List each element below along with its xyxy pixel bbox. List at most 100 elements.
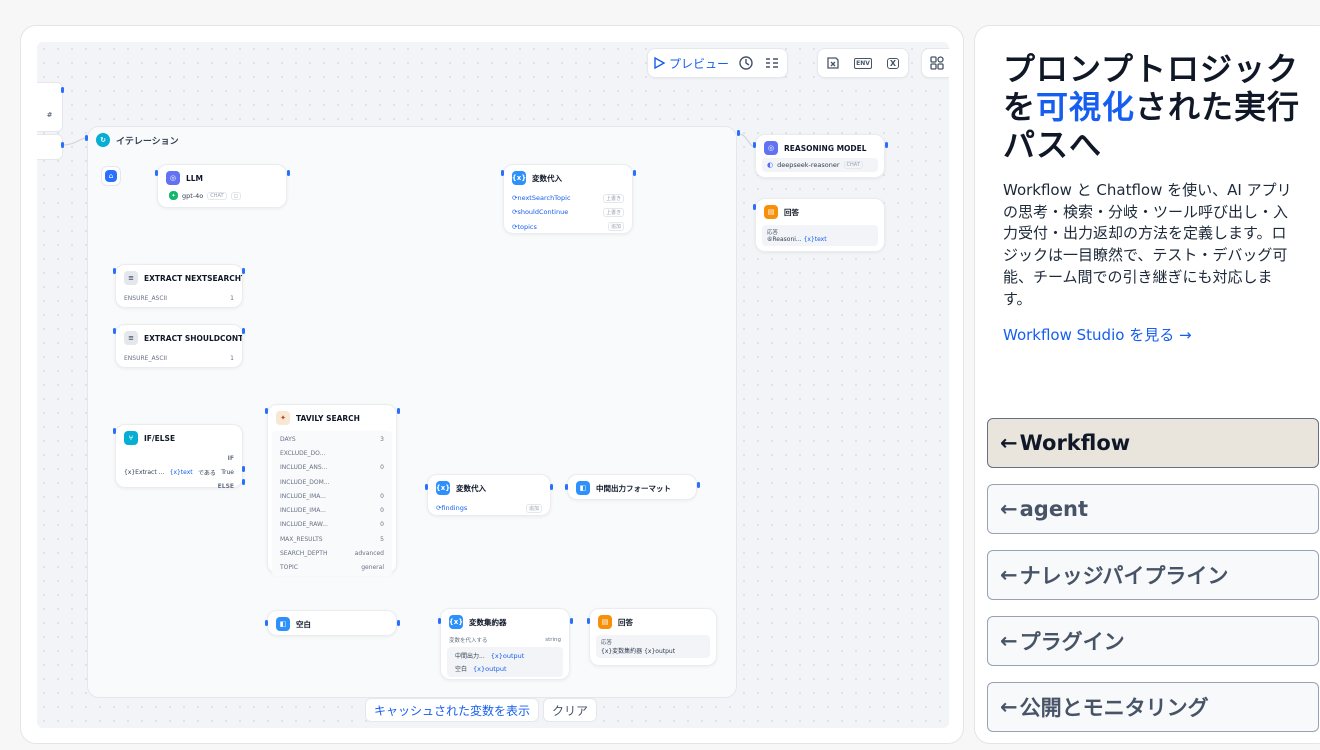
nav-button-workflow[interactable]: ← Workflow [987, 418, 1319, 468]
iteration-title: イテレーション [116, 136, 179, 147]
feature-description: Workflow と Chatflow を使い、AI アプリの思考・検索・分岐・… [1003, 181, 1292, 308]
tavily-param-value: general [361, 564, 384, 572]
answer-outer-var: {x}text [803, 236, 827, 243]
format-node[interactable]: ◧ 中間出力フォーマット [567, 474, 697, 500]
tavily-param: DAYS [280, 435, 296, 443]
edge-handle[interactable] [697, 482, 700, 488]
edge-handle[interactable] [242, 328, 245, 334]
preview-button[interactable]: プレビュー [654, 55, 729, 72]
edge-handle[interactable] [155, 170, 158, 176]
aggregator-row: 空白 [455, 666, 468, 673]
arrow-left-icon: ← [1000, 563, 1018, 587]
checklist-icon[interactable] [763, 54, 781, 72]
ifelse-node[interactable]: ⑂ IF/ELSE IF {x}Extract ... {x}text である T… [115, 424, 243, 490]
features-icon[interactable] [928, 54, 946, 72]
answer-inner-value: {x}変数集約器 {x}output [601, 648, 676, 655]
answer-node-inner[interactable]: ▤ 回答 応答 {x}変数集約器 {x}output [589, 608, 717, 666]
edge-handle[interactable] [113, 328, 116, 334]
nav-button-agent[interactable]: ← agent [987, 484, 1319, 534]
variable-inspect-icon[interactable] [824, 54, 842, 72]
heading-highlight: 可視化 [1036, 88, 1136, 126]
tavily-search-node[interactable]: ✦ TAVILY SEARCH DAYS 3 EXCLUDE_DO... INCLU… [267, 404, 397, 576]
tavily-param: TOPIC [280, 564, 298, 572]
edge-handle[interactable] [287, 170, 290, 176]
aggregator-row: 中間出力... [455, 653, 485, 660]
env-icon[interactable]: ENV [854, 54, 872, 72]
conversation-var-icon[interactable]: X [884, 54, 902, 72]
history-icon[interactable] [737, 54, 755, 72]
nav-button-publish-monitoring[interactable]: ← 公開とモニタリング [987, 682, 1319, 732]
nav-label: プラグイン [1019, 630, 1125, 654]
assign-node-mid[interactable]: {x} 変数代入 ⟳findings 追加 [427, 474, 551, 516]
tavily-param-value: 5 [380, 535, 384, 543]
aggregator-node[interactable]: {x} 変数集約器 変数を代入する string 中間出力... {x}output … [440, 608, 570, 680]
assign-node-top[interactable]: {x} 変数代入 ⟳nextSearchTopic 上書き ⟳shouldConti… [503, 164, 633, 234]
workflow-canvas[interactable]: # プレビュー ENV X ↻ イテレーション ⌂ ◎ LLM ✦ gpt-4o… [37, 42, 949, 728]
assign-row-op: 上書き [602, 207, 624, 217]
openai-icon: ✦ [169, 191, 178, 200]
arrow-left-icon: ← [1000, 695, 1018, 719]
edge-handle[interactable] [113, 268, 116, 274]
edge-handle[interactable] [885, 142, 888, 148]
edge-handle[interactable] [265, 620, 268, 626]
workflow-preview-card: # プレビュー ENV X ↻ イテレーション ⌂ ◎ LLM ✦ gpt-4o… [20, 25, 964, 744]
arrow-left-icon: ← [1000, 431, 1018, 455]
assign-row-var: ⟳nextSearchTopic [512, 194, 571, 203]
answer-node-outer[interactable]: ▤ 回答 応答 ⑥Reasoni... {x}text [755, 198, 885, 252]
reasoning-model-node[interactable]: ◎ REASONING MODEL ◐ deepseek-reasoner CHA… [755, 134, 885, 178]
nav-button-plugins[interactable]: ← プラグイン [987, 616, 1319, 666]
extract-node-1[interactable]: ≡ EXTRACT NEXTSEARCHT... ENSURE_ASCII 1 [115, 264, 243, 308]
blank-node[interactable]: ◧ 空白 [267, 610, 397, 636]
extract1-title: EXTRACT NEXTSEARCHT... [144, 273, 242, 283]
llm-mode-tag: CHAT [207, 191, 227, 200]
edge-handle[interactable] [501, 170, 504, 176]
iteration-start-node[interactable]: ⌂ [101, 166, 121, 186]
tavily-param-value: 0 [380, 521, 384, 529]
edge-handle[interactable] [550, 484, 553, 490]
tavily-param: INCLUDE_IMA... [280, 492, 326, 500]
tavily-param-value: 0 [380, 507, 384, 515]
edge-handle[interactable] [113, 428, 116, 434]
clear-button[interactable]: クリア [543, 698, 598, 722]
workflow-studio-link[interactable]: Workflow Studio を見る → [1003, 324, 1192, 345]
blank-title: 空白 [296, 619, 311, 629]
edge-handle[interactable] [565, 484, 568, 490]
edge-handle[interactable] [397, 620, 400, 626]
edge-handle[interactable] [570, 618, 573, 624]
edge-handle[interactable] [753, 142, 756, 148]
document-icon: ≡ [124, 331, 138, 345]
edge-handle[interactable] [397, 408, 400, 414]
extract-node-2[interactable]: ≡ EXTRACT SHOULDCONTI... ENSURE_ASCII 1 [115, 324, 243, 368]
x-text: X [886, 57, 900, 69]
assign-mid-op: 追加 [525, 503, 542, 513]
side-panel-tab-2[interactable] [37, 134, 63, 160]
aggregator-title: 変数集約器 [469, 617, 507, 627]
edge-handle[interactable] [61, 142, 64, 148]
edge-handle[interactable] [438, 618, 441, 624]
side-panel-tab[interactable]: # [37, 82, 63, 132]
arrow-left-icon: ← [1000, 629, 1018, 653]
edge-handle[interactable] [587, 618, 590, 624]
aggregator-row-var: {x}output [490, 651, 525, 660]
show-cached-variables-button[interactable]: キャッシュされた変数を表示 [365, 698, 540, 722]
edge-handle[interactable] [265, 408, 268, 414]
edge-handle[interactable] [753, 204, 756, 210]
edge-handle[interactable] [85, 135, 88, 141]
preview-toolbar: プレビュー [647, 48, 789, 78]
llm-icon: ◎ [166, 171, 180, 185]
edge-handle[interactable] [242, 479, 245, 485]
edge-handle[interactable] [737, 130, 740, 136]
tavily-param: INCLUDE_IMA... [280, 507, 326, 515]
edge-handle[interactable] [633, 170, 636, 176]
format-icon: ◧ [576, 481, 590, 495]
tavily-icon: ✦ [276, 411, 290, 425]
llm-node[interactable]: ◎ LLM ✦ gpt-4o CHAT ◻ [157, 164, 287, 208]
assign-icon: {x} [436, 481, 450, 495]
edge-handle[interactable] [425, 484, 428, 490]
edge-handle[interactable] [61, 87, 64, 93]
feature-heading: プロンプトロジックを可視化された実行パスへ [1003, 50, 1303, 164]
edge-handle[interactable] [242, 466, 245, 472]
edge-handle[interactable] [242, 268, 245, 274]
nav-button-knowledge-pipeline[interactable]: ← ナレッジパイプライン [987, 550, 1319, 600]
tavily-param-value: advanced [354, 550, 384, 558]
